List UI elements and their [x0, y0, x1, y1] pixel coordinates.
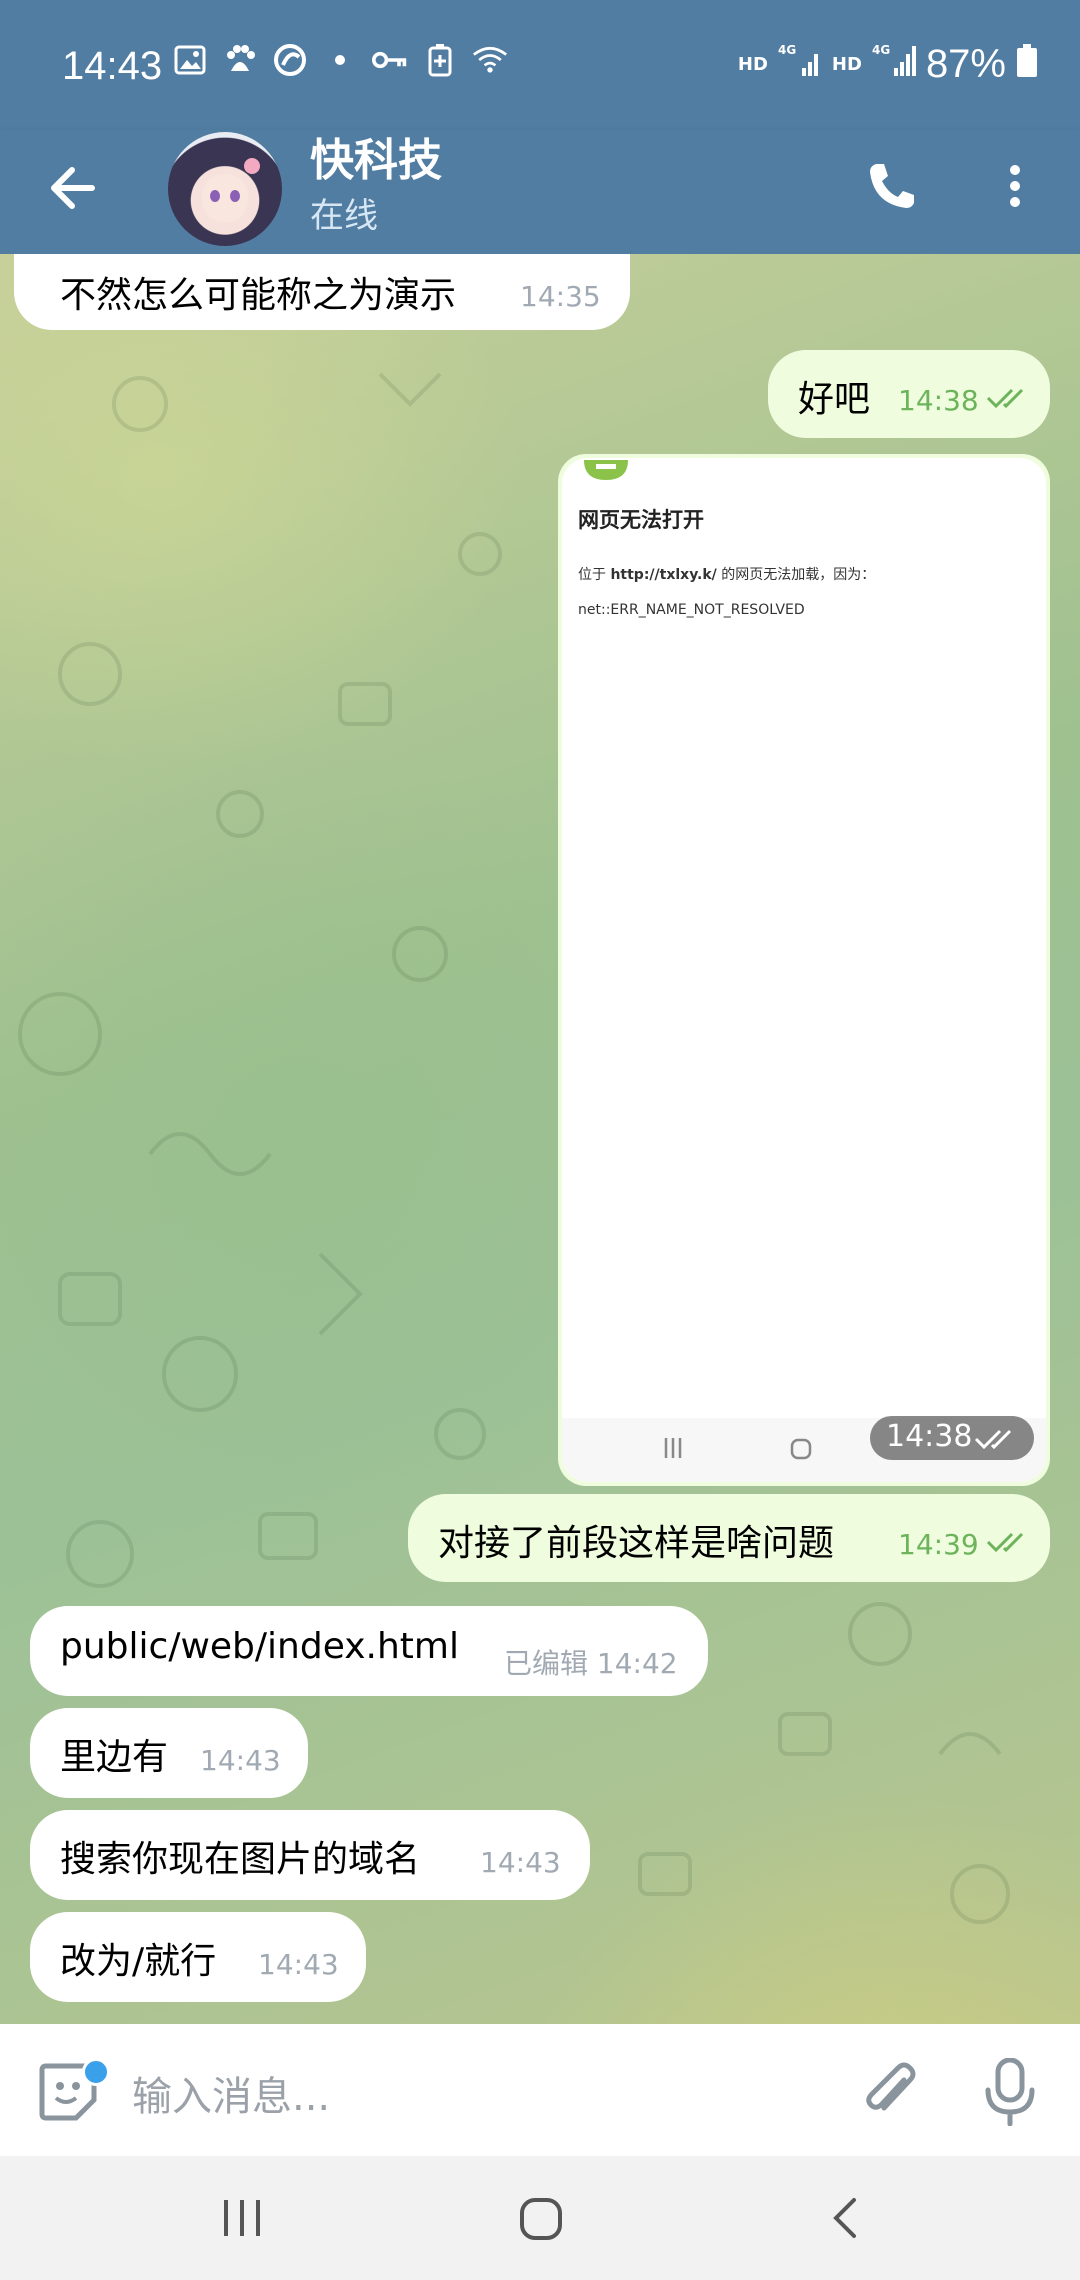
message-text: 好吧 [798, 379, 871, 420]
avatar-eye-right [230, 190, 240, 202]
home-icon [790, 1438, 812, 1460]
message-time: 14:43 [200, 1744, 281, 1777]
screenshot-image[interactable]: 网页无法打开 位于 http://txlxy.k/ 的网页无法加载，因为： ne… [562, 458, 1046, 1482]
message-time: 14:38 [886, 1419, 973, 1454]
browser-logo-icon [584, 460, 628, 480]
dot-icon [322, 42, 358, 78]
wifi-icon [472, 42, 508, 78]
recent-apps-icon[interactable] [220, 2196, 264, 2240]
message-bubble-in[interactable]: 搜索你现在图片的域名 14:43 [30, 1810, 590, 1900]
vpn-key-icon [372, 42, 408, 78]
error-heading: 网页无法打开 [578, 508, 704, 532]
message-text: 不然怎么可能称之为演示 [60, 275, 457, 316]
message-text: 对接了前段这样是啥问题 [438, 1523, 835, 1564]
error-code: net::ERR_NAME_NOT_RESOLVED [578, 602, 805, 618]
battery-saver-icon [422, 42, 458, 78]
message-time: 已编辑 14:42 [504, 1647, 678, 1680]
back-nav-icon[interactable] [826, 2196, 866, 2240]
message-bubble-in[interactable]: 里边有 14:43 [30, 1708, 308, 1798]
home-icon[interactable] [518, 2196, 564, 2242]
message-bubble-out[interactable]: 对接了前段这样是啥问题 14:39 [408, 1494, 1050, 1582]
signal-4g-icon-2: 4G [872, 42, 916, 87]
message-input[interactable]: 输入消息... [132, 2064, 330, 2122]
back-arrow-icon[interactable] [44, 158, 104, 218]
chat-status: 在线 [310, 196, 378, 236]
message-bubble-in[interactable]: 不然怎么可能称之为演示 14:35 [14, 254, 630, 330]
recent-apps-icon [664, 1438, 682, 1458]
battery-icon [1016, 43, 1038, 87]
network-label: HD [737, 54, 768, 75]
microphone-icon[interactable] [982, 2057, 1038, 2127]
message-bubble-in[interactable]: public/web/index.html 已编辑 14:42 [30, 1606, 708, 1696]
status-right: HD 4G HD 4G 87% [738, 42, 1038, 87]
message-time: 14:35 [520, 280, 601, 313]
signal-4g-icon: 4G [778, 42, 822, 87]
chat-area[interactable]: 不然怎么可能称之为演示 14:35 好吧 14:38 网页无法打开 位于 htt… [0, 254, 1080, 2024]
system-navigation-bar [0, 2156, 1080, 2280]
avatar-face [202, 174, 248, 222]
image-icon [172, 42, 208, 78]
status-bar: 14:43 HD 4G HD 4G 87% [0, 0, 1080, 130]
double-check-icon [974, 1429, 1012, 1450]
double-check-icon [986, 1532, 1024, 1553]
message-bubble-out[interactable]: 好吧 14:38 [768, 350, 1050, 438]
error-line-1-suffix: 的网页无法加载，因为： [716, 567, 876, 583]
image-message[interactable]: 网页无法打开 位于 http://txlxy.k/ 的网页无法加载，因为： ne… [558, 454, 1050, 1486]
message-text: 里边有 [60, 1737, 169, 1778]
error-url: http://txlxy.k/ [610, 567, 717, 583]
message-input-bar: 输入消息... [0, 2024, 1080, 2156]
svg-text:4G: 4G [778, 43, 796, 57]
error-line-1: 位于 http://txlxy.k/ 的网页无法加载，因为： [578, 564, 875, 584]
message-text: 改为/就行 [60, 1941, 217, 1982]
chat-header: 快科技 在线 [0, 130, 1080, 254]
double-check-icon [986, 388, 1024, 409]
notification-dot [82, 2058, 110, 2086]
status-time: 14:43 [62, 44, 163, 88]
message-text: 搜索你现在图片的域名 [60, 1839, 421, 1880]
battery-percent: 87% [925, 42, 1006, 86]
message-time: 14:43 [480, 1846, 561, 1879]
error-line-1-prefix: 位于 [578, 567, 611, 583]
network-label-2: HD [831, 54, 862, 75]
status-icons [172, 42, 508, 78]
attach-paperclip-icon[interactable] [860, 2060, 920, 2124]
phone-icon[interactable] [862, 156, 922, 216]
message-time: 14:38 [898, 384, 979, 417]
avatar-eye-left [210, 190, 220, 202]
image-time-pill: 14:38 [870, 1416, 1034, 1460]
message-bubble-in[interactable]: 改为/就行 14:43 [30, 1912, 366, 2002]
baidu-icon [222, 42, 258, 78]
avatar[interactable] [168, 132, 282, 246]
more-options-icon[interactable] [990, 156, 1040, 216]
svg-text:4G: 4G [872, 43, 890, 57]
message-time: 14:43 [258, 1948, 339, 1981]
avatar-bow [244, 158, 260, 174]
message-time: 14:39 [898, 1528, 979, 1561]
message-text: public/web/index.html [60, 1626, 459, 1667]
chat-title[interactable]: 快科技 [310, 124, 442, 188]
app-icon [272, 42, 308, 78]
